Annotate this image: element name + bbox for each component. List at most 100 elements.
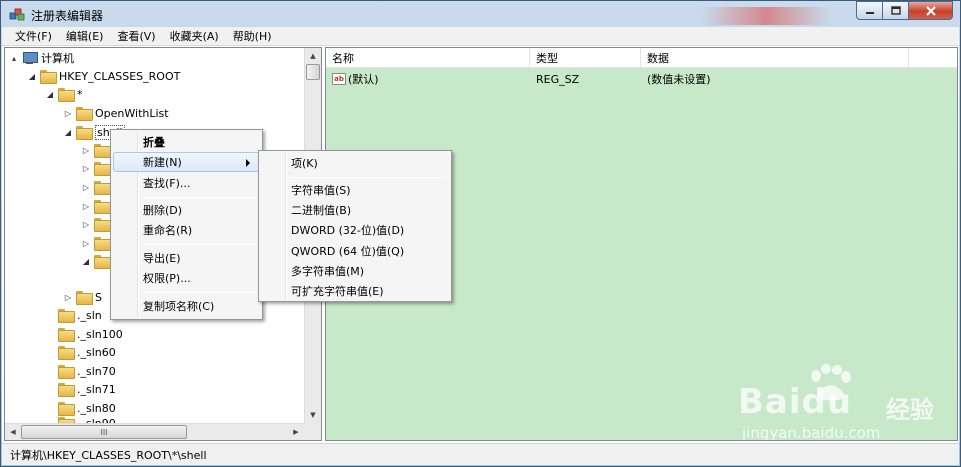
- menu-item-permissions[interactable]: 权限(P)...: [113, 268, 260, 288]
- menu-item-rename[interactable]: 重命名(R): [113, 220, 260, 240]
- scrollbar-corner: [304, 423, 321, 440]
- menu-bar: 文件(F) 编辑(E) 查看(V) 收藏夹(A) 帮助(H): [2, 27, 959, 46]
- tree-node-label: HKEY_CLASSES_ROOT: [59, 69, 181, 83]
- submenu-item-dword-value[interactable]: DWORD (32-位)值(D): [261, 220, 449, 240]
- tree-node-sln100[interactable]: ._sln100: [58, 325, 123, 343]
- expander-icon[interactable]: ▷: [81, 146, 91, 155]
- tree-node-label: ._sln80: [77, 401, 116, 415]
- folder-icon: [94, 255, 111, 269]
- maximize-icon: [890, 6, 901, 15]
- tree-node-subkey[interactable]: ▷: [81, 197, 113, 215]
- tree-node-label: 计算机: [41, 52, 74, 65]
- tree-node-label: S: [95, 290, 102, 304]
- scroll-left-button[interactable]: ◀: [5, 424, 21, 440]
- folder-icon: [94, 144, 111, 158]
- folder-icon: [58, 88, 75, 102]
- tree-node-label: ._sln70: [77, 364, 116, 378]
- value-name: (默认): [348, 73, 379, 86]
- close-button[interactable]: [909, 1, 953, 20]
- tree-node-sln70[interactable]: ._sln70: [58, 362, 116, 380]
- value-name-cell: ab (默认): [332, 70, 379, 88]
- menu-item-find[interactable]: 查找(F)...: [113, 173, 260, 193]
- expander-icon[interactable]: ◢: [63, 128, 73, 137]
- column-header-data[interactable]: 数据: [641, 48, 909, 68]
- submenu-item-binary-value[interactable]: 二进制值(B): [261, 200, 449, 220]
- menu-item-new[interactable]: 新建(N): [113, 152, 260, 172]
- minimize-icon: [865, 11, 874, 14]
- expander-icon[interactable]: ▴: [9, 54, 19, 63]
- tree-node-sln80[interactable]: ._sln80: [58, 399, 116, 417]
- tree-node-computer[interactable]: ▴ 计算机: [9, 49, 74, 67]
- menu-item-delete[interactable]: 删除(D): [113, 200, 260, 220]
- column-header-name[interactable]: 名称: [326, 48, 530, 68]
- tree-node-subkey[interactable]: ▷: [81, 178, 113, 196]
- list-item[interactable]: ab (默认) REG_SZ (数值未设置): [326, 70, 957, 88]
- context-menu: 折叠 新建(N) 查找(F)... 删除(D) 重命名(R) 导出(E) 权限(…: [110, 129, 263, 320]
- menu-separator: [289, 177, 445, 178]
- tree-node-sln[interactable]: ._sln: [58, 306, 102, 324]
- submenu-arrow-icon: [246, 159, 250, 167]
- tree-horizontal-scrollbar[interactable]: ◀ III ▶: [5, 423, 304, 440]
- scroll-thumb-horizontal[interactable]: III: [21, 425, 187, 439]
- menu-edit[interactable]: 编辑(E): [59, 28, 111, 44]
- menu-item-export[interactable]: 导出(E): [113, 248, 260, 268]
- status-path: 计算机\HKEY_CLASSES_ROOT\*\shell: [10, 448, 207, 462]
- menu-item-copy-key-name[interactable]: 复制项名称(C): [113, 296, 260, 316]
- menu-item-label: 新建(N): [143, 156, 182, 169]
- folder-icon: [58, 402, 75, 416]
- submenu-item-qword-value[interactable]: QWORD (64 位)值(Q): [261, 241, 449, 261]
- expander-icon[interactable]: ▷: [63, 293, 73, 302]
- expander-icon[interactable]: ▷: [81, 239, 91, 248]
- watermark-logo-text: Baidu: [738, 382, 853, 422]
- folder-icon: [40, 70, 57, 84]
- expander-icon[interactable]: ▷: [81, 220, 91, 229]
- tree-node-sln71[interactable]: ._sln71: [58, 380, 116, 398]
- menu-help[interactable]: 帮助(H): [226, 28, 279, 44]
- tree-node-sln60[interactable]: ._sln60: [58, 343, 116, 361]
- expander-icon[interactable]: ◢: [27, 72, 37, 81]
- minimize-button[interactable]: [856, 1, 883, 20]
- scroll-down-button[interactable]: ▼: [305, 407, 321, 423]
- menu-view[interactable]: 查看(V): [110, 28, 162, 44]
- menu-file[interactable]: 文件(F): [8, 28, 59, 44]
- status-bar: 计算机\HKEY_CLASSES_ROOT\*\shell: [2, 443, 959, 465]
- menu-favorites[interactable]: 收藏夹(A): [163, 28, 226, 44]
- registry-app-icon: [9, 8, 25, 21]
- folder-icon: [76, 291, 93, 305]
- tree-node-s[interactable]: ▷ S: [63, 288, 102, 306]
- tree-node-subkey[interactable]: ▷: [81, 159, 113, 177]
- menu-item-collapse[interactable]: 折叠: [113, 132, 260, 152]
- scroll-right-button[interactable]: ▶: [288, 424, 304, 440]
- expander-icon[interactable]: ▷: [81, 183, 91, 192]
- folder-icon: [94, 200, 111, 214]
- folder-icon: [76, 107, 93, 121]
- scroll-up-button[interactable]: ▲: [305, 48, 321, 64]
- folder-icon: [94, 181, 111, 195]
- submenu-item-multi-string-value[interactable]: 多字符串值(M): [261, 261, 449, 281]
- tree-node-openwithlist[interactable]: ▷ OpenWithList: [63, 104, 169, 122]
- computer-icon: [22, 52, 38, 64]
- close-icon: [925, 5, 936, 16]
- folder-icon: [94, 162, 111, 176]
- tree-node-subkey[interactable]: ▷: [81, 215, 113, 233]
- scroll-thumb[interactable]: [306, 64, 320, 80]
- tree-node-star[interactable]: ◢ *: [45, 85, 83, 103]
- submenu-item-string-value[interactable]: 字符串值(S): [261, 180, 449, 200]
- tree-node-label: ._sln71: [77, 382, 116, 396]
- watermark-cn-text: 经验: [886, 396, 934, 424]
- maximize-button[interactable]: [883, 1, 909, 20]
- tree-node-subkey[interactable]: ◢: [81, 252, 113, 270]
- expander-icon[interactable]: ◢: [45, 90, 55, 99]
- expander-icon[interactable]: ▷: [63, 109, 73, 118]
- title-bar[interactable]: 注册表编辑器: [1, 1, 960, 27]
- tree-node-subkey[interactable]: ▷: [81, 141, 113, 159]
- expander-icon[interactable]: ◢: [81, 257, 91, 266]
- expander-icon[interactable]: ▷: [81, 202, 91, 211]
- column-header-type[interactable]: 类型: [530, 48, 641, 68]
- paw-logo-icon: [811, 364, 851, 401]
- submenu-item-expandable-string-value[interactable]: 可扩充字符串值(E): [261, 281, 449, 301]
- expander-icon[interactable]: ▷: [81, 164, 91, 173]
- submenu-item-key[interactable]: 项(K): [261, 153, 449, 173]
- tree-node-subkey[interactable]: ▷: [81, 234, 113, 252]
- tree-node-hkcr[interactable]: ◢ HKEY_CLASSES_ROOT: [27, 67, 180, 85]
